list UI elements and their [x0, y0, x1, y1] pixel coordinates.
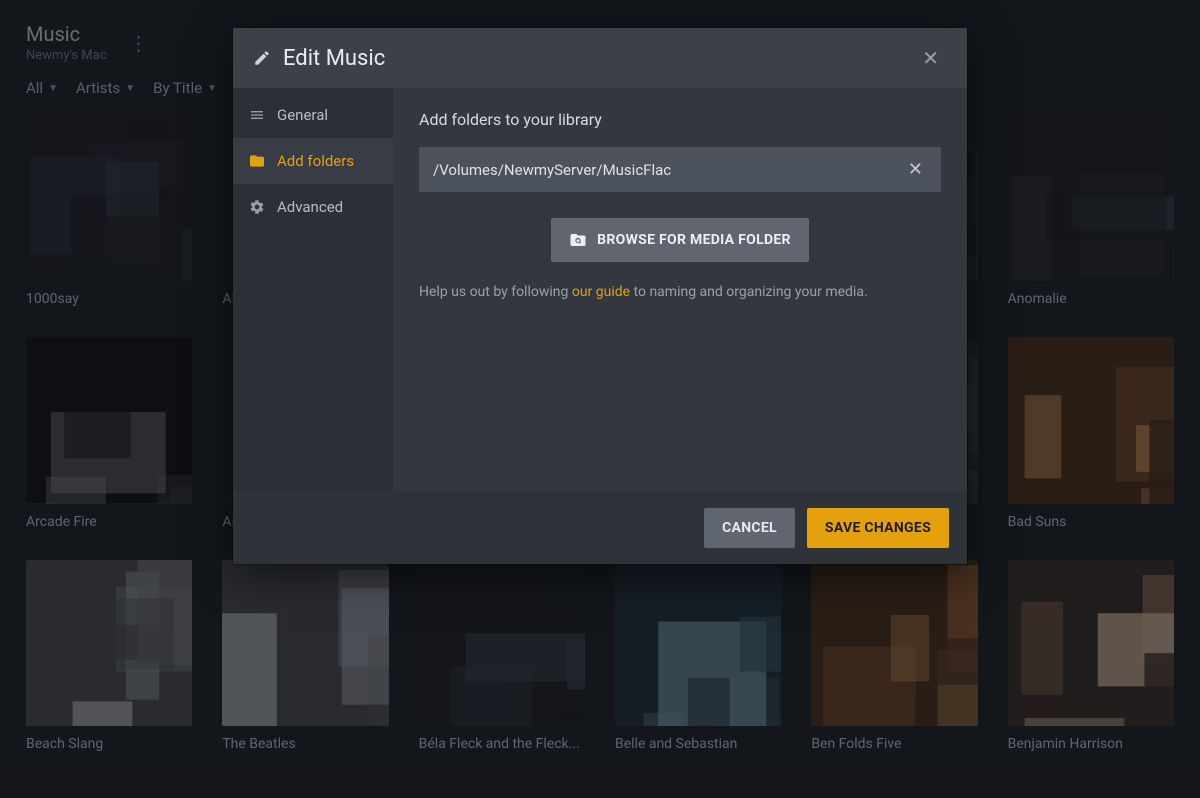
- folder-path-row: /Volumes/NewmyServer/MusicFlac ✕: [419, 147, 941, 192]
- sidebar-item-general[interactable]: General: [233, 92, 393, 138]
- folder-open-icon: [249, 153, 265, 169]
- close-icon[interactable]: ✕: [914, 42, 947, 74]
- folder-path: /Volumes/NewmyServer/MusicFlac: [433, 161, 904, 179]
- section-heading: Add folders to your library: [419, 110, 941, 129]
- help-text: Help us out by following our guide to na…: [419, 284, 941, 300]
- sidebar-item-label: Advanced: [277, 198, 343, 216]
- folder-search-icon: [569, 231, 587, 249]
- guide-link[interactable]: our guide: [572, 284, 630, 300]
- sidebar-item-label: Add folders: [277, 152, 354, 170]
- sidebar-item-label: General: [277, 106, 328, 124]
- modal-title: Edit Music: [283, 46, 385, 71]
- save-changes-button[interactable]: SAVE CHANGES: [807, 508, 949, 548]
- sidebar-item-advanced[interactable]: Advanced: [233, 184, 393, 230]
- browse-for-media-folder-button[interactable]: BROWSE FOR MEDIA FOLDER: [551, 218, 809, 262]
- cancel-button[interactable]: CANCEL: [704, 508, 795, 548]
- sidebar-item-add-folders[interactable]: Add folders: [233, 138, 393, 184]
- browse-button-label: BROWSE FOR MEDIA FOLDER: [597, 232, 791, 248]
- modal-sidebar: General Add folders Advanced: [233, 88, 393, 492]
- gear-icon: [249, 199, 265, 215]
- edit-library-modal: Edit Music ✕ General Add folders Advance…: [233, 28, 967, 564]
- remove-folder-icon[interactable]: ✕: [904, 159, 927, 180]
- list-icon: [249, 107, 265, 123]
- pencil-icon: [253, 49, 271, 67]
